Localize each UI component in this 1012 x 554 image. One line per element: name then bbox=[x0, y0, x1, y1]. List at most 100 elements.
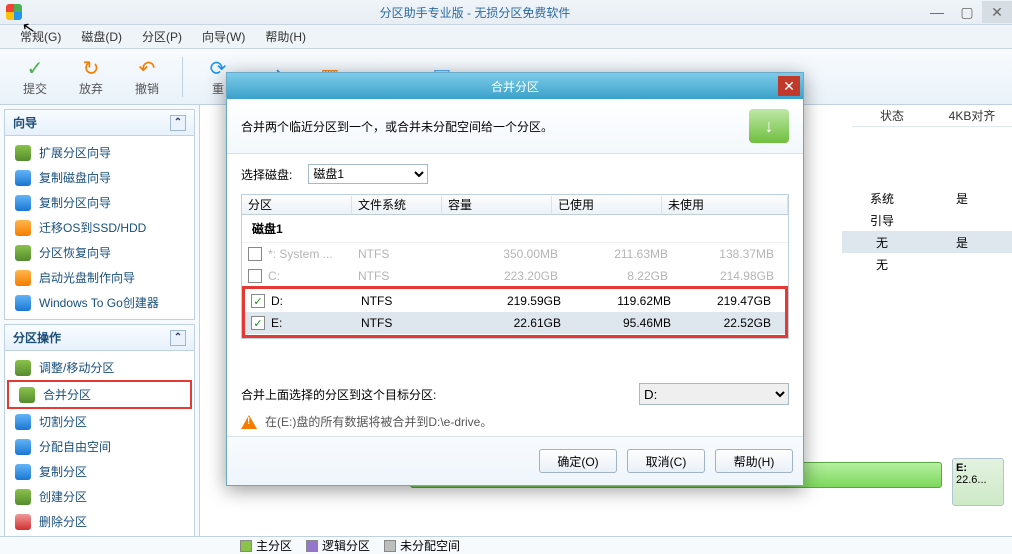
sidebar-item-label: 复制磁盘向导 bbox=[39, 169, 111, 186]
menu-wizard[interactable]: 向导(W) bbox=[192, 28, 255, 45]
partition-row[interactable]: ✓ D: NTFS 219.59GB 119.62MB 219.47GB bbox=[245, 290, 785, 312]
sidebar-item[interactable]: 调整/移动分区 bbox=[5, 355, 194, 380]
app-icon bbox=[6, 4, 22, 20]
warning-icon bbox=[241, 415, 257, 429]
toolbar-button[interactable]: ↻放弃 bbox=[66, 56, 116, 97]
sidebar-item-label: 创建分区 bbox=[39, 488, 87, 505]
menu-help[interactable]: 帮助(H) bbox=[255, 28, 316, 45]
window-titlebar: 分区助手专业版 - 无损分区免费软件 — ▢ ✕ bbox=[0, 0, 1012, 25]
legend-item: 逻辑分区 bbox=[306, 537, 370, 554]
partition-row[interactable]: C: NTFS 223.20GB 8.22GB 214.98GB bbox=[242, 265, 788, 287]
table-row[interactable]: 无是 bbox=[842, 231, 1012, 253]
maximize-button[interactable]: ▢ bbox=[952, 1, 982, 23]
sidebar-item-label: 启动光盘制作向导 bbox=[39, 269, 135, 286]
disk-size: 22.6... bbox=[956, 474, 1000, 486]
sidebar-item-icon bbox=[15, 270, 31, 286]
menu-general[interactable]: 常规(G) bbox=[10, 28, 71, 45]
window-title: 分区助手专业版 - 无损分区免费软件 bbox=[28, 4, 922, 21]
table-row[interactable]: 系统是 bbox=[842, 187, 1012, 209]
select-disk-dropdown[interactable]: 磁盘1 bbox=[308, 164, 428, 184]
close-button[interactable]: ✕ bbox=[982, 1, 1012, 23]
merge-partition-dialog: 合并分区 ✕ 合并两个临近分区到一个，或合并未分配空间给一个分区。 选择磁盘: … bbox=[226, 72, 804, 486]
row-fs: NTFS bbox=[358, 269, 448, 283]
legend-swatch bbox=[306, 540, 318, 552]
cancel-button[interactable]: 取消(C) bbox=[627, 449, 705, 473]
minimize-button[interactable]: — bbox=[922, 1, 952, 23]
legend: 主分区逻辑分区 未分配空间 bbox=[0, 536, 1012, 554]
sidebar-item-icon bbox=[15, 439, 31, 455]
th-partition: 分区 bbox=[242, 196, 352, 213]
menu-partition[interactable]: 分区(P) bbox=[132, 28, 192, 45]
sidebar-item[interactable]: 复制分区 bbox=[5, 459, 194, 484]
sidebar-item-label: 合并分区 bbox=[43, 386, 91, 403]
legend-item: 主分区 bbox=[240, 537, 292, 554]
help-button[interactable]: 帮助(H) bbox=[715, 449, 793, 473]
sidebar-item[interactable]: 删除分区 bbox=[5, 509, 194, 534]
sidebar-item[interactable]: 复制磁盘向导 bbox=[5, 165, 194, 190]
panel-wizard-header[interactable]: 向导 ⌃ bbox=[5, 110, 194, 136]
sidebar-item-label: 切割分区 bbox=[39, 413, 87, 430]
sidebar-item-label: 复制分区 bbox=[39, 463, 87, 480]
row-free: 138.37MB bbox=[668, 247, 782, 261]
panel-wizard-title: 向导 bbox=[13, 114, 37, 131]
legend-swatch bbox=[240, 540, 252, 552]
menu-disk[interactable]: 磁盘(D) bbox=[71, 28, 132, 45]
toolbar-button[interactable]: ↶撤销 bbox=[122, 56, 172, 97]
col-4kb: 4KB对齐 bbox=[932, 107, 1012, 124]
toolbar-icon: ↶ bbox=[133, 56, 161, 80]
toolbar-button[interactable]: ✓提交 bbox=[10, 56, 60, 97]
checkbox[interactable] bbox=[248, 269, 262, 283]
row-free: 219.47GB bbox=[671, 294, 779, 308]
table-row[interactable]: 无 bbox=[842, 253, 1012, 275]
partition-row[interactable]: *: System ... NTFS 350.00MB 211.63MB 138… bbox=[242, 243, 788, 265]
legend-item: 未分配空间 bbox=[384, 537, 460, 554]
legend-label: 未分配空间 bbox=[400, 537, 460, 554]
sidebar-item[interactable]: 分区恢复向导 bbox=[5, 240, 194, 265]
sidebar-item[interactable]: 合并分区 bbox=[7, 380, 192, 409]
sidebar-item[interactable]: Windows To Go创建器 bbox=[5, 290, 194, 315]
th-fs: 文件系统 bbox=[352, 196, 442, 213]
sidebar-item[interactable]: 扩展分区向导 bbox=[5, 140, 194, 165]
table-row[interactable]: 引导 bbox=[842, 209, 1012, 231]
select-disk-label: 选择磁盘: bbox=[241, 166, 292, 183]
sidebar-item-label: 分区恢复向导 bbox=[39, 244, 111, 261]
row-cap: 219.59GB bbox=[451, 294, 561, 308]
dialog-close-button[interactable]: ✕ bbox=[778, 76, 800, 96]
row-free: 214.98GB bbox=[668, 269, 782, 283]
checkbox[interactable] bbox=[248, 247, 262, 261]
target-label: 合并上面选择的分区到这个目标分区: bbox=[241, 386, 436, 403]
row-used: 119.62MB bbox=[561, 294, 671, 308]
target-dropdown[interactable]: D: bbox=[639, 383, 789, 405]
sidebar-item-icon bbox=[15, 145, 31, 161]
sidebar-item[interactable]: 切割分区 bbox=[5, 409, 194, 434]
ok-button[interactable]: 确定(O) bbox=[539, 449, 617, 473]
sidebar-item-label: 复制分区向导 bbox=[39, 194, 111, 211]
toolbar-label: 撤销 bbox=[135, 80, 159, 97]
th-free: 未使用 bbox=[662, 196, 788, 213]
sidebar-item[interactable]: 复制分区向导 bbox=[5, 190, 194, 215]
row-name: *: System ... bbox=[268, 247, 358, 261]
legend-label: 主分区 bbox=[256, 537, 292, 554]
collapse-icon[interactable]: ⌃ bbox=[170, 115, 186, 131]
toolbar-icon: ↻ bbox=[77, 56, 105, 80]
disk-tile-e[interactable]: E: 22.6... bbox=[952, 458, 1004, 506]
disk-group-label: 磁盘1 bbox=[242, 215, 788, 243]
highlighted-rows: ✓ D: NTFS 219.59GB 119.62MB 219.47GB✓ E:… bbox=[242, 286, 788, 338]
sidebar-item[interactable]: 分配自由空间 bbox=[5, 434, 194, 459]
toolbar-icon: ✓ bbox=[21, 56, 49, 80]
sidebar-item[interactable]: 创建分区 bbox=[5, 484, 194, 509]
checkbox[interactable]: ✓ bbox=[251, 316, 265, 330]
checkbox[interactable]: ✓ bbox=[251, 294, 265, 308]
partition-row[interactable]: ✓ E: NTFS 22.61GB 95.46MB 22.52GB bbox=[245, 312, 785, 334]
sidebar-item-icon bbox=[15, 195, 31, 211]
toolbar-label: 提交 bbox=[23, 80, 47, 97]
panel-ops-header[interactable]: 分区操作 ⌃ bbox=[5, 325, 194, 351]
sidebar-item-label: 扩展分区向导 bbox=[39, 144, 111, 161]
row-name: E: bbox=[271, 316, 361, 330]
collapse-icon[interactable]: ⌃ bbox=[170, 330, 186, 346]
sidebar-item[interactable]: 启动光盘制作向导 bbox=[5, 265, 194, 290]
sidebar-item[interactable]: 迁移OS到SSD/HDD bbox=[5, 215, 194, 240]
sidebar-item-icon bbox=[19, 387, 35, 403]
legend-swatch bbox=[384, 540, 396, 552]
row-fs: NTFS bbox=[361, 294, 451, 308]
